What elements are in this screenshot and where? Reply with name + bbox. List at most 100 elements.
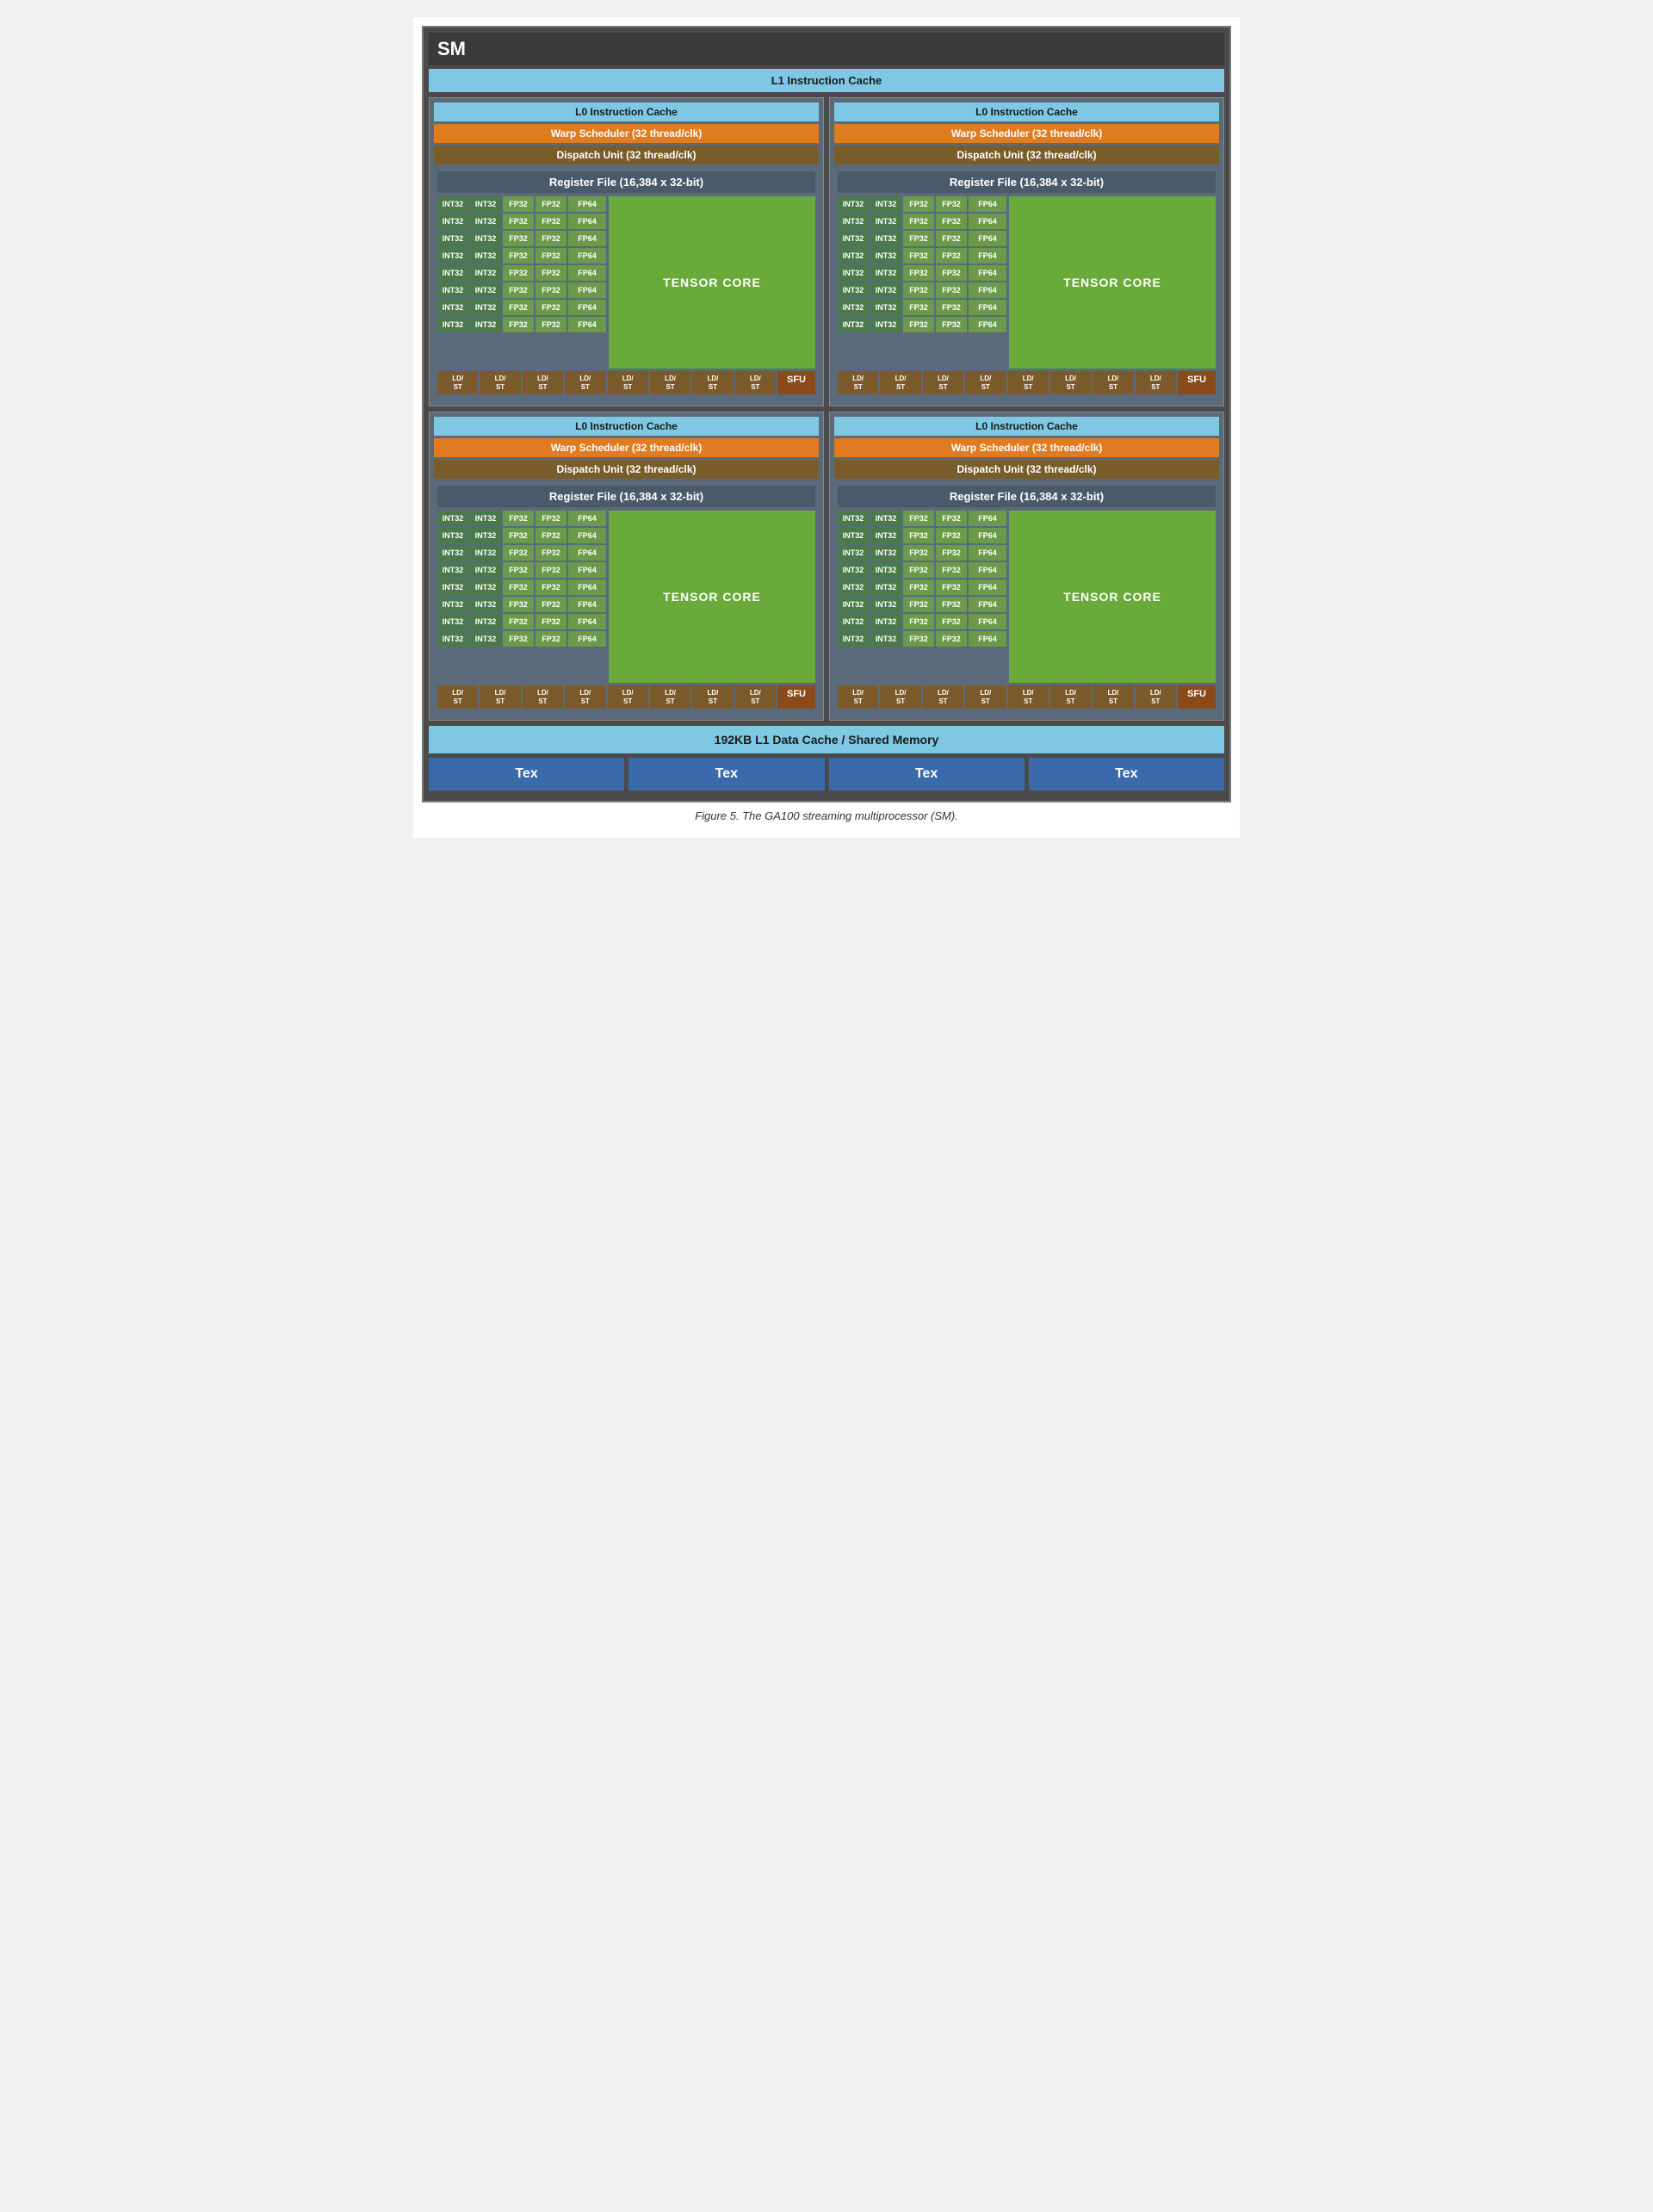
dispatch-unit-1: Dispatch Unit (32 thread/clk) (834, 146, 1219, 164)
dispatch-unit-0: Dispatch Unit (32 thread/clk) (434, 146, 819, 164)
ldst-unit: LD/ST (923, 685, 963, 709)
int32-unit: INT32 (437, 631, 468, 647)
ldst-unit: LD/ST (1050, 685, 1091, 709)
tex-unit-3: Tex (1029, 758, 1224, 790)
row-6: INT32 INT32 FP32 FP32 FP64 (838, 614, 1006, 629)
ldst-sfu-row-1: LD/ST LD/ST LD/ST LD/ST LD/ST LD/ST LD/S… (838, 371, 1216, 394)
int32-unit: INT32 (838, 631, 869, 647)
row-4: INT32 INT32 FP32 FP32 FP64 (437, 579, 606, 595)
int32-unit: INT32 (470, 614, 501, 629)
l0-cache-0: L0 Instruction Cache (434, 102, 819, 121)
fp32-unit: FP32 (536, 597, 566, 612)
fp64-unit: FP64 (969, 614, 1006, 629)
fp32-unit: FP32 (536, 265, 566, 281)
fp32-unit: FP32 (903, 614, 934, 629)
int32-unit: INT32 (870, 196, 901, 212)
ldst-unit: LD/ST (437, 685, 478, 709)
fp32-unit: FP32 (536, 511, 566, 526)
fp64-unit: FP64 (969, 231, 1006, 246)
fp64-unit: FP64 (969, 265, 1006, 281)
int32-unit: INT32 (470, 231, 501, 246)
int32-unit: INT32 (870, 317, 901, 332)
int32-unit: INT32 (437, 528, 468, 543)
fp32-unit: FP32 (503, 511, 534, 526)
row-2: INT32 INT32 FP32 FP32 FP64 (838, 545, 1006, 561)
ldst-unit: LD/ST (480, 371, 520, 394)
row-7: INT32 INT32 FP32 FP32 FP64 (838, 631, 1006, 647)
row-6: INT32 INT32 FP32 FP32 FP64 (838, 300, 1006, 315)
fp32-unit: FP32 (936, 282, 967, 298)
register-file-label-2: Register File (16,384 x 32-bit) (437, 486, 815, 507)
int32-unit: INT32 (870, 579, 901, 595)
fp32-unit: FP32 (503, 528, 534, 543)
row-2: INT32 INT32 FP32 FP32 FP64 (437, 545, 606, 561)
ldst-sfu-row-2: LD/ST LD/ST LD/ST LD/ST LD/ST LD/ST LD/S… (437, 685, 815, 709)
l0-cache-2: L0 Instruction Cache (434, 417, 819, 436)
dispatch-unit-3: Dispatch Unit (32 thread/clk) (834, 460, 1219, 479)
fp32-unit: FP32 (903, 579, 934, 595)
int32-unit: INT32 (470, 300, 501, 315)
fp64-unit: FP64 (568, 511, 606, 526)
int32-unit: INT32 (870, 631, 901, 647)
fp32-unit: FP32 (936, 545, 967, 561)
fp32-unit: FP32 (936, 265, 967, 281)
ldst-unit: LD/ST (565, 371, 605, 394)
tex-unit-0: Tex (429, 758, 624, 790)
int32-unit: INT32 (870, 248, 901, 263)
fp32-unit: FP32 (936, 614, 967, 629)
row-5: INT32 INT32 FP32 FP32 FP64 (838, 597, 1006, 612)
register-file-area-3: Register File (16,384 x 32-bit) INT32 IN… (834, 482, 1219, 712)
dispatch-unit-2: Dispatch Unit (32 thread/clk) (434, 460, 819, 479)
fp32-unit: FP32 (903, 511, 934, 526)
fp32-unit: FP32 (936, 300, 967, 315)
ldst-unit: LD/ST (1136, 685, 1176, 709)
fp32-unit: FP32 (936, 196, 967, 212)
ldst-unit: LD/ST (523, 371, 563, 394)
l0-cache-3: L0 Instruction Cache (834, 417, 1219, 436)
fp32-unit: FP32 (936, 231, 967, 246)
row-4: INT32 INT32 FP32 FP32 FP64 (838, 265, 1006, 281)
fp32-unit: FP32 (536, 562, 566, 578)
fp32-unit: FP32 (903, 545, 934, 561)
ldst-unit: LD/ST (650, 371, 690, 394)
row-3: INT32 INT32 FP32 FP32 FP64 (437, 248, 606, 263)
fp64-unit: FP64 (969, 282, 1006, 298)
int32-unit: INT32 (838, 597, 869, 612)
ldst-unit: LD/ST (480, 685, 520, 709)
fp32-unit: FP32 (903, 528, 934, 543)
fp32-unit: FP32 (503, 631, 534, 647)
fp32-unit: FP32 (936, 317, 967, 332)
int32-unit: INT32 (838, 511, 869, 526)
ldst-unit: LD/ST (1136, 371, 1176, 394)
ldst-unit: LD/ST (1093, 371, 1133, 394)
int32-unit: INT32 (838, 300, 869, 315)
int32-unit: INT32 (870, 614, 901, 629)
l1-data-cache: 192KB L1 Data Cache / Shared Memory (429, 726, 1224, 753)
warp-scheduler-2: Warp Scheduler (32 thread/clk) (434, 438, 819, 457)
fp32-unit: FP32 (536, 528, 566, 543)
fp32-unit: FP32 (536, 317, 566, 332)
int-fp-col-0: INT32 INT32 FP32 FP32 FP64 INT32 INT32 F… (437, 196, 606, 369)
fp64-unit: FP64 (568, 248, 606, 263)
row-2: INT32 INT32 FP32 FP32 FP64 (437, 231, 606, 246)
fp64-unit: FP64 (969, 248, 1006, 263)
fp64-unit: FP64 (568, 579, 606, 595)
fp32-unit: FP32 (503, 545, 534, 561)
tensor-core-1: TENSOR CORE (1009, 196, 1216, 369)
fp64-unit: FP64 (568, 231, 606, 246)
row-7: INT32 INT32 FP32 FP32 FP64 (838, 317, 1006, 332)
fp64-unit: FP64 (568, 528, 606, 543)
ldst-unit: LD/ST (838, 685, 878, 709)
row-4: INT32 INT32 FP32 FP32 FP64 (437, 265, 606, 281)
int32-unit: INT32 (870, 282, 901, 298)
fp32-unit: FP32 (903, 562, 934, 578)
sfu-unit-3: SFU (1178, 685, 1216, 709)
int32-unit: INT32 (470, 196, 501, 212)
int32-unit: INT32 (470, 528, 501, 543)
fp32-unit: FP32 (936, 562, 967, 578)
fp32-unit: FP32 (536, 248, 566, 263)
sfu-unit-0: SFU (777, 371, 815, 394)
quad-grid: L0 Instruction Cache Warp Scheduler (32 … (429, 97, 1224, 721)
fp32-unit: FP32 (503, 231, 534, 246)
fp32-unit: FP32 (903, 317, 934, 332)
